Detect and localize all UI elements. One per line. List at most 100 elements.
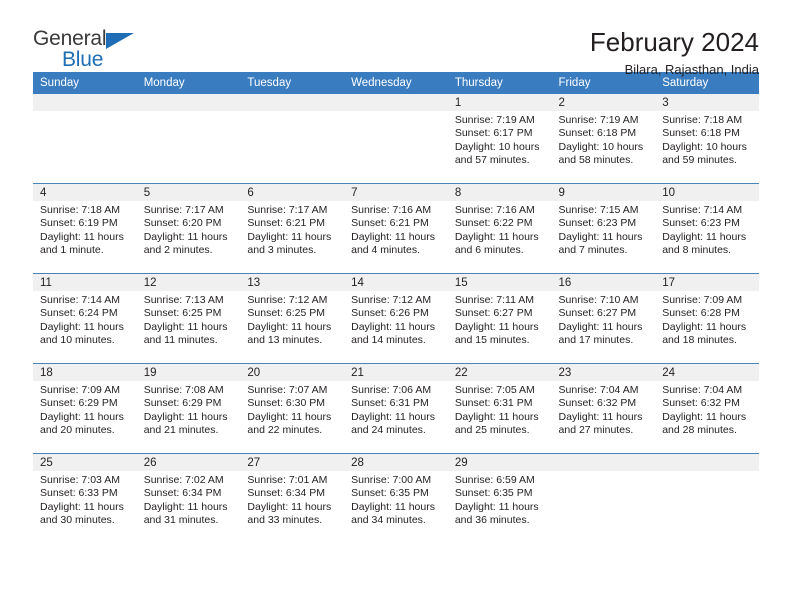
sunrise-text: Sunrise: 7:15 AM: [558, 204, 639, 216]
calendar-day-cell[interactable]: 24 Sunrise: 7:04 AM Sunset: 6:32 PM Dayligh…: [655, 363, 759, 454]
sunset-text: Sunset: 6:18 PM: [558, 127, 637, 140]
day-number: 9: [551, 184, 656, 201]
general-blue-logo[interactable]: General Blue: [33, 28, 153, 78]
sunrise-text: Sunrise: 7:17 AM: [247, 204, 328, 216]
sunrise-text: Sunrise: 7:04 AM: [662, 384, 743, 396]
calendar-day-cell[interactable]: 28 Sunrise: 7:00 AM Sunset: 6:35 PM Dayligh…: [344, 453, 448, 543]
weekday-header-thursday: Thursday: [447, 72, 552, 94]
daylight-text-line1: Daylight: 11 hours: [247, 320, 332, 333]
calendar-day-cell-empty: [344, 94, 448, 184]
day-number: 13: [240, 274, 345, 291]
calendar-day-cell[interactable]: 16 Sunrise: 7:10 AM Sunset: 6:27 PM Dayligh…: [551, 273, 656, 364]
daylight-text-line1: Daylight: 11 hours: [351, 500, 435, 513]
day-number: 10: [655, 184, 759, 201]
day-number: 27: [240, 454, 345, 471]
calendar-day-cell[interactable]: 27 Sunrise: 7:01 AM Sunset: 6:34 PM Dayligh…: [240, 453, 345, 543]
sunrise-text: Sunrise: 7:01 AM: [247, 474, 328, 486]
day-number: 22: [447, 364, 552, 381]
sunrise-text: Sunrise: 7:17 AM: [143, 204, 224, 216]
daylight-text-line2: and 28 minutes.: [662, 424, 737, 437]
daylight-text-line1: Daylight: 11 hours: [143, 230, 228, 243]
calendar-day-cell[interactable]: 10 Sunrise: 7:14 AM Sunset: 6:23 PM Dayligh…: [655, 183, 759, 274]
day-sun-info: Sunrise: 7:04 AM Sunset: 6:32 PM Daylight:…: [655, 381, 759, 438]
calendar-day-cell[interactable]: 14 Sunrise: 7:12 AM Sunset: 6:26 PM Dayligh…: [344, 273, 448, 364]
day-sun-info: Sunrise: 7:16 AM Sunset: 6:21 PM Daylight:…: [344, 201, 448, 258]
sunrise-text: Sunrise: 7:13 AM: [143, 294, 224, 306]
calendar-day-cell[interactable]: 20 Sunrise: 7:07 AM Sunset: 6:30 PM Dayligh…: [240, 363, 345, 454]
sunset-text: Sunset: 6:22 PM: [454, 217, 533, 230]
daylight-text-line1: Daylight: 11 hours: [351, 320, 435, 333]
calendar-day-cell[interactable]: 26 Sunrise: 7:02 AM Sunset: 6:34 PM Dayligh…: [136, 453, 241, 543]
calendar-day-cell[interactable]: 6 Sunrise: 7:17 AM Sunset: 6:21 PM Daylight…: [240, 183, 345, 274]
day-sun-info: Sunrise: 7:08 AM Sunset: 6:29 PM Daylight:…: [137, 381, 241, 438]
daylight-text-line2: and 10 minutes.: [40, 334, 115, 347]
sunrise-text: Sunrise: 7:07 AM: [247, 384, 328, 396]
day-number: 19: [136, 364, 241, 381]
calendar-day-cell[interactable]: 5 Sunrise: 7:17 AM Sunset: 6:20 PM Daylight…: [136, 183, 241, 274]
calendar-day-cell[interactable]: 22 Sunrise: 7:05 AM Sunset: 6:31 PM Dayligh…: [447, 363, 552, 454]
daylight-text-line1: Daylight: 11 hours: [662, 320, 747, 333]
calendar-day-cell[interactable]: 17 Sunrise: 7:09 AM Sunset: 6:28 PM Dayligh…: [655, 273, 759, 364]
daylight-text-line1: Daylight: 11 hours: [247, 410, 332, 423]
calendar-day-cell[interactable]: 1 Sunrise: 7:19 AM Sunset: 6:17 PM Daylight…: [447, 94, 552, 184]
day-number: 15: [447, 274, 552, 291]
sunset-text: Sunset: 6:34 PM: [247, 487, 326, 500]
calendar-week-row: 4 Sunrise: 7:18 AM Sunset: 6:19 PM Daylight…: [33, 183, 759, 274]
calendar-day-cell[interactable]: 7 Sunrise: 7:16 AM Sunset: 6:21 PM Daylight…: [344, 183, 448, 274]
day-number: 4: [33, 184, 137, 201]
calendar-day-cell-empty: [240, 94, 345, 184]
daylight-text-line1: Daylight: 11 hours: [40, 410, 124, 423]
calendar-day-cell[interactable]: 25 Sunrise: 7:03 AM Sunset: 6:33 PM Dayligh…: [33, 453, 137, 543]
daylight-text-line1: Daylight: 11 hours: [247, 500, 332, 513]
calendar-week-row: 1 Sunrise: 7:19 AM Sunset: 6:17 PM Daylight…: [33, 94, 759, 184]
title-block: February 2024 Bilara, Rajasthan, India: [590, 28, 759, 76]
calendar-day-cell[interactable]: 19 Sunrise: 7:08 AM Sunset: 6:29 PM Dayligh…: [136, 363, 241, 454]
calendar-day-cell[interactable]: 29 Sunrise: 6:59 AM Sunset: 6:35 PM Dayligh…: [447, 453, 552, 543]
sunrise-text: Sunrise: 7:18 AM: [662, 114, 743, 126]
sunrise-text: Sunrise: 7:19 AM: [558, 114, 639, 126]
day-sun-info: Sunrise: 7:09 AM Sunset: 6:29 PM Daylight:…: [33, 381, 137, 438]
sunset-text: Sunset: 6:18 PM: [662, 127, 740, 140]
day-sun-info: Sunrise: 7:14 AM Sunset: 6:23 PM Daylight:…: [655, 201, 759, 258]
daylight-text-line2: and 15 minutes.: [454, 334, 530, 347]
calendar-day-cell[interactable]: 4 Sunrise: 7:18 AM Sunset: 6:19 PM Daylight…: [33, 183, 137, 274]
daylight-text-line1: Daylight: 11 hours: [40, 230, 124, 243]
daylight-text-line1: Daylight: 10 hours: [662, 140, 747, 153]
daylight-text-line1: Daylight: 11 hours: [351, 410, 435, 423]
daylight-text-line1: Daylight: 11 hours: [351, 230, 435, 243]
daylight-text-line2: and 27 minutes.: [558, 424, 634, 437]
calendar-day-cell-empty: [136, 94, 241, 184]
sunset-text: Sunset: 6:31 PM: [454, 397, 533, 410]
sunset-text: Sunset: 6:32 PM: [558, 397, 637, 410]
day-number: 24: [655, 364, 759, 381]
calendar-day-cell[interactable]: 2 Sunrise: 7:19 AM Sunset: 6:18 PM Daylight…: [551, 94, 656, 184]
calendar-day-cell[interactable]: 23 Sunrise: 7:04 AM Sunset: 6:32 PM Dayligh…: [551, 363, 656, 454]
daylight-text-line1: Daylight: 11 hours: [247, 230, 332, 243]
day-sun-info: Sunrise: 7:06 AM Sunset: 6:31 PM Daylight:…: [344, 381, 448, 438]
daylight-text-line1: Daylight: 10 hours: [454, 140, 540, 153]
calendar-day-cell[interactable]: 18 Sunrise: 7:09 AM Sunset: 6:29 PM Dayligh…: [33, 363, 137, 454]
day-sun-info: Sunrise: 7:01 AM Sunset: 6:34 PM Daylight:…: [240, 471, 344, 528]
sunset-text: Sunset: 6:23 PM: [662, 217, 740, 230]
daylight-text-line2: and 18 minutes.: [662, 334, 737, 347]
daylight-text-line2: and 58 minutes.: [558, 154, 634, 167]
calendar-day-cell[interactable]: 15 Sunrise: 7:11 AM Sunset: 6:27 PM Dayligh…: [447, 273, 552, 364]
calendar-day-cell[interactable]: 21 Sunrise: 7:06 AM Sunset: 6:31 PM Dayligh…: [344, 363, 448, 454]
day-number: 8: [447, 184, 552, 201]
day-sun-info: Sunrise: 7:16 AM Sunset: 6:22 PM Daylight:…: [448, 201, 552, 258]
day-sun-info: Sunrise: 7:00 AM Sunset: 6:35 PM Daylight:…: [344, 471, 448, 528]
sunrise-text: Sunrise: 7:16 AM: [454, 204, 535, 216]
calendar-day-cell[interactable]: 8 Sunrise: 7:16 AM Sunset: 6:22 PM Daylight…: [447, 183, 552, 274]
calendar-day-cell[interactable]: 9 Sunrise: 7:15 AM Sunset: 6:23 PM Daylight…: [551, 183, 656, 274]
daylight-text-line2: and 4 minutes.: [351, 244, 420, 257]
sunrise-text: Sunrise: 7:00 AM: [351, 474, 432, 486]
sunset-text: Sunset: 6:30 PM: [247, 397, 326, 410]
calendar-day-cell[interactable]: 11 Sunrise: 7:14 AM Sunset: 6:24 PM Dayligh…: [33, 273, 137, 364]
day-sun-info: Sunrise: 7:05 AM Sunset: 6:31 PM Daylight:…: [448, 381, 552, 438]
sunrise-text: Sunrise: 7:09 AM: [40, 384, 120, 396]
calendar-day-cell[interactable]: 3 Sunrise: 7:18 AM Sunset: 6:18 PM Daylight…: [655, 94, 759, 184]
page-header: General Blue February 2024 Bilara, Rajas…: [33, 0, 759, 76]
calendar-day-cell[interactable]: 13 Sunrise: 7:12 AM Sunset: 6:25 PM Dayligh…: [240, 273, 345, 364]
calendar-day-cell[interactable]: 12 Sunrise: 7:13 AM Sunset: 6:25 PM Dayligh…: [136, 273, 241, 364]
daylight-text-line1: Daylight: 11 hours: [143, 320, 228, 333]
